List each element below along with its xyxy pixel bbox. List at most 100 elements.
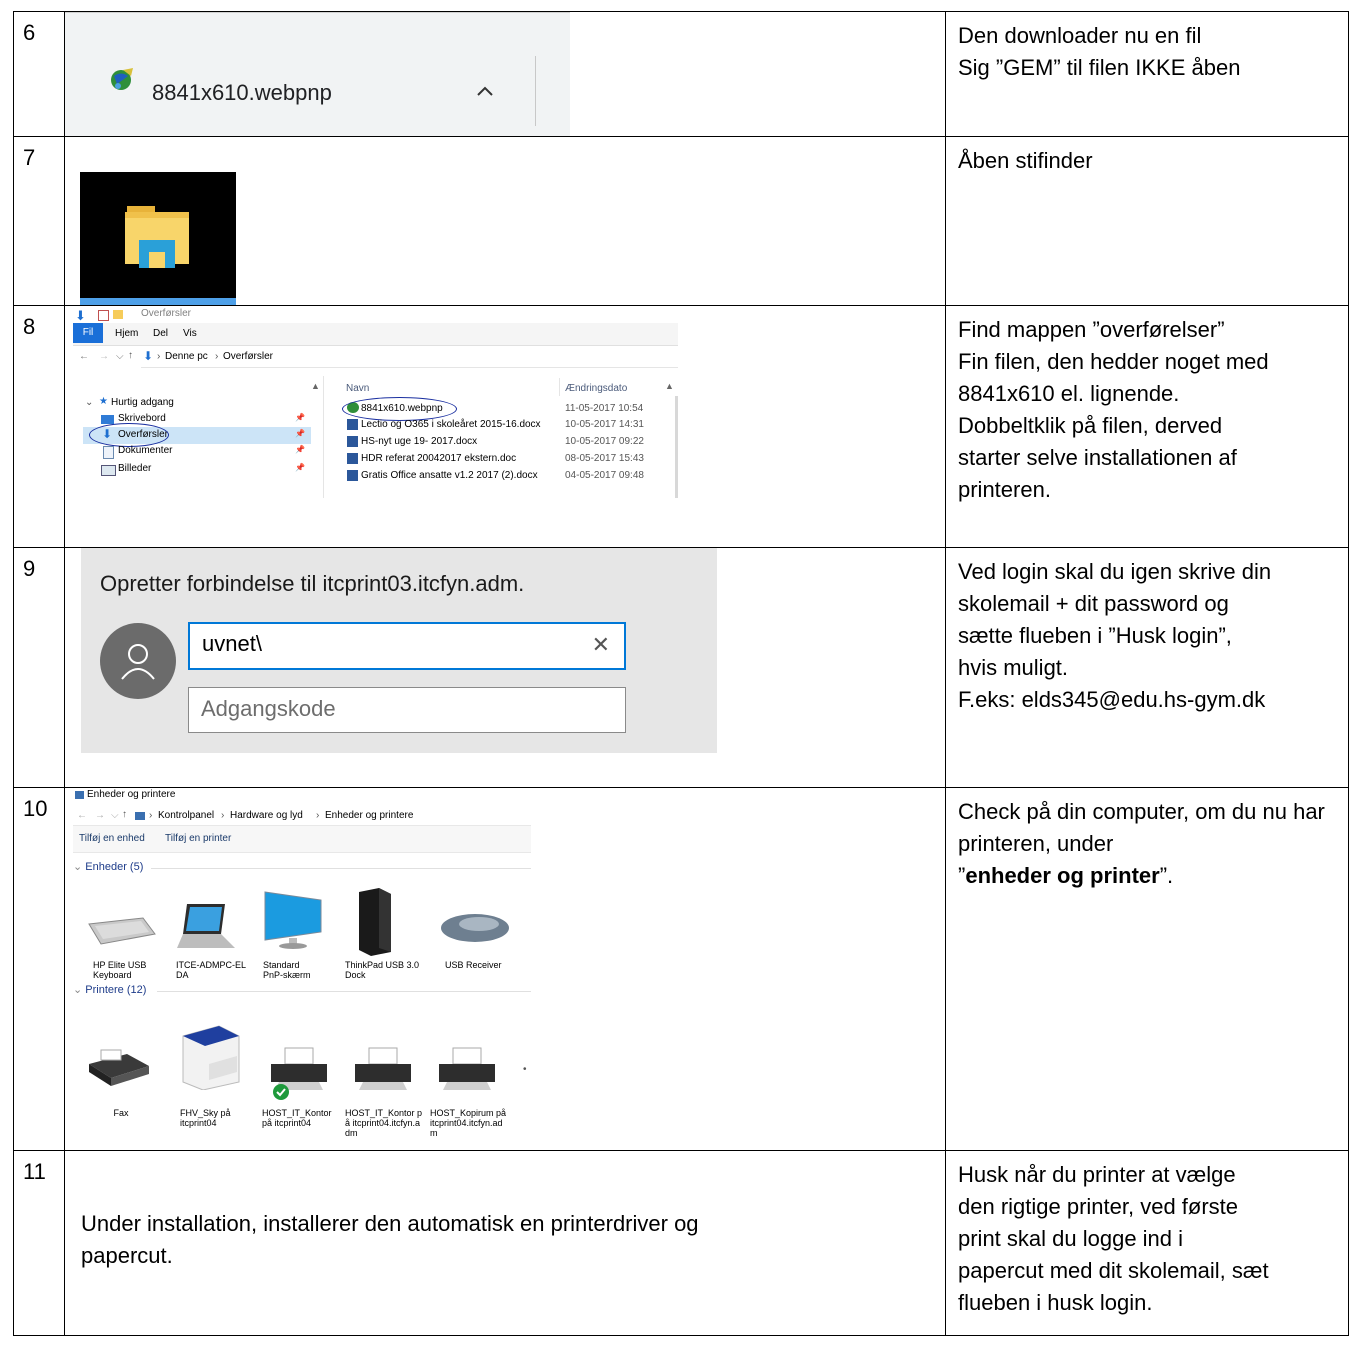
file-name[interactable]: HDR referat 20042017 ekstern.doc bbox=[361, 453, 516, 464]
group-header-printers[interactable]: ⌄ Printere (12) bbox=[73, 983, 146, 996]
printer-icon[interactable] bbox=[179, 1024, 241, 1090]
file-date: 11-05-2017 10:54 bbox=[565, 403, 644, 414]
file-date: 04-05-2017 09:48 bbox=[565, 470, 644, 481]
username-input[interactable]: uvnet\ ✕ bbox=[188, 622, 626, 670]
step-screenshot-devices: Enheder og printere ← → ⌵ ↑ › Kontrolpan… bbox=[64, 787, 946, 1151]
up-arrow-icon[interactable]: ↑ bbox=[122, 809, 127, 820]
printer-label[interactable]: HOST_IT_Kontor på itcprint04 bbox=[262, 1108, 332, 1128]
step-number: 8 bbox=[13, 305, 65, 548]
ribbon-tab-vis[interactable]: Vis bbox=[183, 328, 197, 339]
step-description: Find mappen ”overførelser” Fin filen, de… bbox=[945, 305, 1349, 548]
breadcrumb-enheder[interactable]: Enheder og printere bbox=[325, 810, 413, 821]
forward-arrow-icon[interactable]: → bbox=[99, 351, 109, 362]
breadcrumb-kontrolpanel[interactable]: Kontrolpanel bbox=[158, 810, 214, 821]
up-arrow-icon[interactable]: ↑ bbox=[128, 350, 133, 361]
step-screenshot-login: Opretter forbindelse til itcprint03.itcf… bbox=[64, 547, 946, 788]
monitor-icon[interactable] bbox=[263, 890, 323, 950]
pin-icon[interactable]: 📌 bbox=[295, 463, 305, 472]
taskbar-tile bbox=[80, 172, 236, 305]
dock-icon[interactable] bbox=[355, 886, 395, 956]
password-input[interactable]: Adgangskode bbox=[188, 687, 626, 733]
add-device-button[interactable]: Tilføj en enhed bbox=[79, 833, 145, 844]
column-header-navn[interactable]: Navn bbox=[346, 383, 369, 394]
recent-chevron-icon[interactable]: ⌵ bbox=[111, 810, 119, 821]
login-dialog: Opretter forbindelse til itcprint03.itcf… bbox=[81, 548, 717, 753]
step-row-6: 6 8841x610.webpnp Den downloader nu en f… bbox=[13, 11, 1349, 137]
file-name[interactable]: Gratis Office ansatte v1.2 2017 (2).docx bbox=[361, 470, 538, 481]
printer-label[interactable]: Fax bbox=[93, 1108, 149, 1118]
mouse-icon[interactable] bbox=[439, 910, 511, 946]
nav-header-hurtig-adgang[interactable]: Hurtig adgang bbox=[111, 397, 174, 408]
word-doc-icon bbox=[347, 419, 358, 430]
add-printer-button[interactable]: Tilføj en printer bbox=[165, 833, 231, 844]
clear-x-icon[interactable]: ✕ bbox=[592, 632, 610, 658]
device-label[interactable]: HP Elite USB Keyboard bbox=[93, 960, 163, 980]
printer-label[interactable]: HOST_IT_Kontor på itcprint04.itcfyn.adm bbox=[345, 1108, 423, 1138]
file-explorer-icon[interactable] bbox=[123, 204, 191, 268]
ribbon-tab-fil[interactable]: Fil bbox=[73, 323, 103, 343]
column-header-date[interactable]: Ændringsdato bbox=[565, 383, 627, 394]
nav-item-dokumenter[interactable]: Dokumenter bbox=[118, 445, 172, 456]
desktop-icon bbox=[101, 415, 114, 424]
nav-item-billeder[interactable]: Billeder bbox=[118, 463, 151, 474]
download-arrow-icon: ⬇ bbox=[75, 308, 86, 323]
step-row-7: 7 Åben stifinder bbox=[13, 136, 1349, 306]
pin-icon[interactable]: 📌 bbox=[295, 429, 305, 438]
pin-icon[interactable]: 📌 bbox=[295, 445, 305, 454]
step-description: Den downloader nu en fil Sig ”GEM” til f… bbox=[945, 11, 1349, 137]
step-text-installation: Under installation, installerer den auto… bbox=[64, 1150, 946, 1336]
printer-label[interactable]: FHV_Sky på itcprint04 bbox=[180, 1108, 240, 1128]
step-description: Ved login skal du igen skrive din skolem… bbox=[945, 547, 1349, 788]
scroll-up-icon[interactable]: ▲ bbox=[311, 381, 320, 391]
file-name[interactable]: HS-nyt uge 19- 2017.docx bbox=[361, 436, 477, 447]
keyboard-icon[interactable] bbox=[87, 916, 157, 946]
step-number: 6 bbox=[13, 11, 65, 137]
scroll-up-icon[interactable]: ▲ bbox=[665, 381, 674, 391]
recent-chevron-icon[interactable]: ⌵ bbox=[116, 351, 124, 362]
ribbon-tab-hjem[interactable]: Hjem bbox=[115, 328, 138, 339]
devices-window: Enheder og printere ← → ⌵ ↑ › Kontrolpan… bbox=[73, 788, 531, 1148]
download-filename[interactable]: 8841x610.webpnp bbox=[152, 80, 332, 106]
scrollbar[interactable] bbox=[675, 396, 678, 498]
hand-drawn-circle bbox=[342, 397, 457, 421]
laptop-icon[interactable] bbox=[175, 902, 237, 952]
device-label[interactable]: ThinkPad USB 3.0 Dock bbox=[345, 960, 425, 980]
fax-icon[interactable] bbox=[87, 1044, 151, 1088]
explorer-window: ⬇ Overførsler Fil Hjem Del Vis ← → ⌵ ↑ ⬇… bbox=[73, 306, 678, 498]
chevron-up-icon[interactable] bbox=[475, 84, 495, 98]
step-row-10: 10 Enheder og printere ← → ⌵ ↑ › Kontrol… bbox=[13, 787, 1349, 1151]
device-label[interactable]: USB Receiver bbox=[445, 960, 515, 970]
file-date: 08-05-2017 15:43 bbox=[565, 453, 644, 464]
printer-icon[interactable] bbox=[437, 1046, 497, 1098]
password-placeholder: Adgangskode bbox=[201, 696, 336, 721]
step-number: 9 bbox=[13, 547, 65, 788]
pin-icon[interactable]: 📌 bbox=[295, 413, 305, 422]
printer-label[interactable]: HOST_Kopirum på itcprint04.itcfyn.adm bbox=[430, 1108, 510, 1138]
breadcrumb-overforsler[interactable]: Overførsler bbox=[223, 351, 273, 362]
group-header-devices[interactable]: ⌄ Enheder (5) bbox=[73, 860, 143, 873]
word-doc-icon bbox=[347, 470, 358, 481]
breadcrumb-denne-pc[interactable]: Denne pc bbox=[165, 351, 208, 362]
step-screenshot-explorer: ⬇ Overførsler Fil Hjem Del Vis ← → ⌵ ↑ ⬇… bbox=[64, 305, 946, 548]
user-avatar-icon bbox=[100, 623, 176, 699]
file-name[interactable]: Lectio og O365 i skoleåret 2015-16.docx bbox=[361, 419, 541, 430]
hand-drawn-circle bbox=[89, 423, 169, 447]
more-indicator[interactable]: • bbox=[523, 1064, 527, 1075]
step-description: Check på din computer, om du nu har prin… bbox=[945, 787, 1349, 1151]
globe-install-icon bbox=[111, 68, 133, 90]
device-label[interactable]: ITCE-ADMPC-ELDA bbox=[176, 960, 246, 980]
window-title: Enheder og printere bbox=[87, 789, 176, 800]
breadcrumb-hardware[interactable]: Hardware og lyd bbox=[230, 810, 303, 821]
step-screenshot-download-bar: 8841x610.webpnp bbox=[64, 11, 946, 137]
printer-icon[interactable] bbox=[353, 1046, 413, 1098]
folder-icon bbox=[113, 310, 123, 319]
step-number: 10 bbox=[13, 787, 65, 1151]
back-arrow-icon[interactable]: ← bbox=[79, 351, 89, 362]
step-number: 7 bbox=[13, 136, 65, 306]
instruction-table: 6 8841x610.webpnp Den downloader nu en f… bbox=[13, 11, 1349, 1336]
back-arrow-icon[interactable]: ← bbox=[77, 810, 87, 821]
ribbon-tab-del[interactable]: Del bbox=[153, 328, 168, 339]
device-label[interactable]: Standard PnP-skærm bbox=[263, 960, 321, 980]
forward-arrow-icon[interactable]: → bbox=[95, 810, 105, 821]
file-date: 10-05-2017 14:31 bbox=[565, 419, 644, 430]
